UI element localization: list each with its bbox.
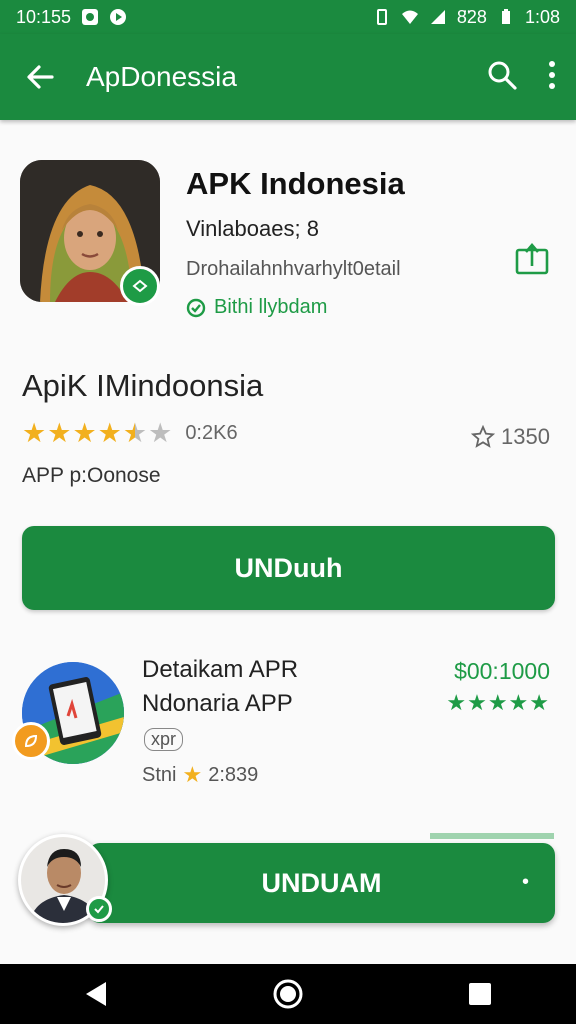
nav-back-button[interactable] [66, 964, 126, 1024]
star-icon: ★ [22, 418, 47, 448]
related-app-subtitle: Ndonaria APP [142, 690, 293, 717]
nav-back-icon [86, 982, 106, 1006]
app-name: APK Indonesia [186, 166, 405, 201]
share-button[interactable] [512, 238, 552, 278]
system-nav-bar [0, 964, 576, 1024]
verified-icon [186, 298, 206, 317]
info-title: ApiK IMindoonsia [22, 368, 264, 403]
floating-bar-label: UNDUAM [261, 867, 382, 898]
battery-text: 1:08 [524, 6, 560, 27]
related-app-badge [12, 722, 50, 760]
related-app[interactable]: Detaikam APR Ndonaria APP xpr Stni ★ 2:8… [0, 640, 576, 810]
review-count: 1350 [471, 424, 550, 450]
photo-notification-icon [82, 9, 99, 25]
star-icon: ★ [182, 762, 203, 787]
badge-icon [132, 279, 148, 293]
install-button[interactable]: UNDuuh [22, 526, 555, 610]
search-icon [488, 61, 517, 90]
verified-label: Bithi llybdam [214, 296, 328, 318]
battery-icon [501, 9, 510, 24]
share-icon [515, 243, 549, 275]
status-bar: 10:155 8̈28 1:08 [0, 0, 576, 34]
nav-recents-button[interactable] [450, 964, 510, 1024]
info-meta: APP p:Oonose [22, 464, 161, 487]
floating-download-bar[interactable]: UNDUAM • [88, 843, 555, 923]
app-subtitle: Vinlaboaes; 8 [186, 216, 319, 241]
app-bar-title: ApDonessia [86, 61, 237, 92]
check-icon [94, 905, 104, 914]
related-app-title: Detaikam APR [142, 656, 299, 683]
vibrate-icon [376, 9, 387, 25]
star-half-icon: ★ [122, 418, 148, 448]
app-detail: Drohailahnhvarhylt0etail [186, 258, 401, 280]
install-button-label: UNDuuh [234, 552, 343, 583]
verified-row: Bithi llybdam [186, 296, 327, 319]
status-right-text: 8̈28 [456, 6, 487, 27]
star-icon: ★ [72, 418, 97, 448]
rating-prefix: Stni [142, 763, 177, 786]
app-bar: ApDonessia [0, 34, 576, 120]
nav-home-button[interactable] [258, 964, 318, 1024]
avatar-badge [86, 896, 112, 922]
star-icon: ★ [47, 418, 72, 448]
star-outline-icon [471, 425, 496, 448]
nav-recents-icon [469, 983, 491, 1005]
nav-home-icon [273, 979, 303, 1009]
play-notification-icon [110, 9, 127, 25]
rating-text: 0:2K6 [185, 422, 238, 444]
wifi-icon [401, 10, 418, 24]
related-app-price: $00:1000 [454, 658, 550, 684]
status-time: 10:155 [16, 6, 72, 27]
app-info: ApiK IMindoonsia ★ ★ ★ ★ ★ ★ 0:2K6 1350 … [0, 360, 576, 500]
star-empty-icon: ★ [148, 418, 173, 448]
review-count-text: 1350 [501, 424, 550, 449]
partial-divider [430, 833, 554, 839]
more-vert-icon [549, 60, 555, 89]
back-button[interactable] [18, 55, 62, 99]
signal-icon [430, 10, 445, 24]
related-app-tag: xpr [144, 728, 184, 751]
rating-stars: ★ ★ ★ ★ ★ ★ 0:2K6 [22, 420, 238, 447]
app-header: APK Indonesia Vinlaboaes; 8 Drohailahnhv… [0, 140, 576, 330]
back-arrow-icon [27, 65, 54, 89]
search-button[interactable] [486, 59, 518, 96]
app-verified-badge [120, 266, 160, 306]
star-icon: ★ [97, 418, 122, 448]
related-app-stars: ★★★★★ [446, 690, 550, 715]
rating-value: 2:839 [208, 763, 259, 786]
related-app-rating: Stni ★ 2:839 [142, 762, 258, 788]
floating-bar-more[interactable]: • [522, 871, 529, 894]
leaf-icon [24, 734, 38, 748]
more-options-button[interactable] [546, 59, 558, 96]
